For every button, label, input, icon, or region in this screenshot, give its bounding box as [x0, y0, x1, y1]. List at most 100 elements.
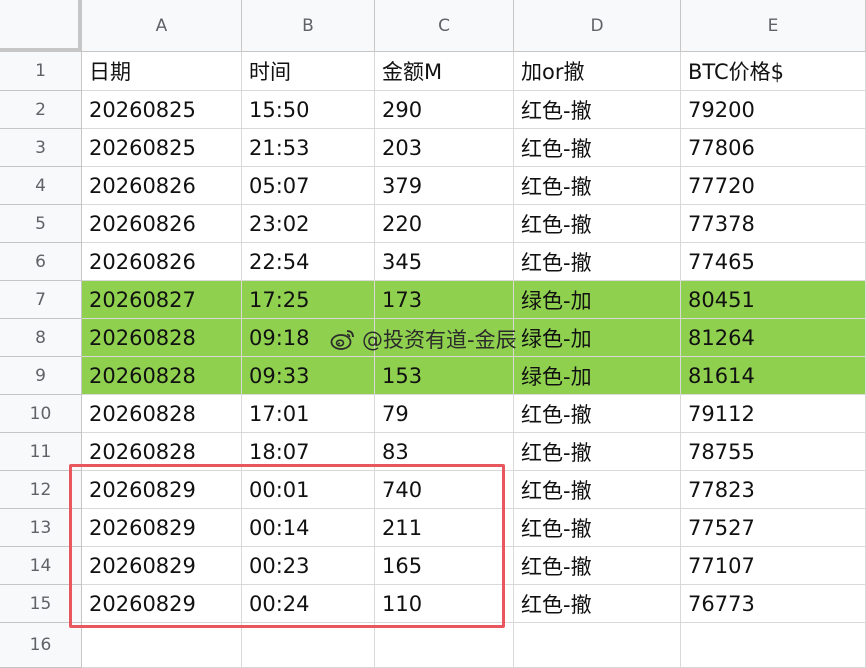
cell-e12[interactable]: 77823 [681, 471, 866, 509]
cell-d10[interactable]: 红色-撤 [514, 395, 681, 433]
cell-c12[interactable]: 740 [375, 471, 514, 509]
cell-c5[interactable]: 220 [375, 205, 514, 243]
cell-d16[interactable] [514, 623, 681, 668]
cell-a2[interactable]: 20260825 [82, 91, 242, 129]
cell-d14[interactable]: 红色-撤 [514, 547, 681, 585]
cell-e8[interactable]: 81264 [681, 319, 866, 357]
cell-a1[interactable]: 日期 [82, 52, 242, 91]
cell-c15[interactable]: 110 [375, 585, 514, 623]
cell-b6[interactable]: 22:54 [242, 243, 375, 281]
cell-d8[interactable]: 绿色-加 [514, 319, 681, 357]
cell-e4[interactable]: 77720 [681, 167, 866, 205]
row-header-15[interactable]: 15 [0, 585, 82, 623]
column-header-e[interactable]: E [681, 0, 866, 52]
cell-a4[interactable]: 20260826 [82, 167, 242, 205]
cell-b13[interactable]: 00:14 [242, 509, 375, 547]
cell-a15[interactable]: 20260829 [82, 585, 242, 623]
row-header-9[interactable]: 9 [0, 357, 82, 395]
cell-b1[interactable]: 时间 [242, 52, 375, 91]
cell-c6[interactable]: 345 [375, 243, 514, 281]
cell-b10[interactable]: 17:01 [242, 395, 375, 433]
row-header-7[interactable]: 7 [0, 281, 82, 319]
cell-e11[interactable]: 78755 [681, 433, 866, 471]
cell-d9[interactable]: 绿色-加 [514, 357, 681, 395]
cell-d6[interactable]: 红色-撤 [514, 243, 681, 281]
column-header-b[interactable]: B [242, 0, 375, 52]
column-header-c[interactable]: C [375, 0, 514, 52]
cell-b9[interactable]: 09:33 [242, 357, 375, 395]
cell-c13[interactable]: 211 [375, 509, 514, 547]
cell-e1[interactable]: BTC价格$ [681, 52, 866, 91]
cell-b2[interactable]: 15:50 [242, 91, 375, 129]
cell-c10[interactable]: 79 [375, 395, 514, 433]
row-header-12[interactable]: 12 [0, 471, 82, 509]
cell-b5[interactable]: 23:02 [242, 205, 375, 243]
cell-e5[interactable]: 77378 [681, 205, 866, 243]
cell-d2[interactable]: 红色-撤 [514, 91, 681, 129]
cell-c3[interactable]: 203 [375, 129, 514, 167]
cell-b8[interactable]: 09:18 [242, 319, 375, 357]
cell-e6[interactable]: 77465 [681, 243, 866, 281]
select-all-corner[interactable] [0, 0, 82, 52]
cell-d12[interactable]: 红色-撤 [514, 471, 681, 509]
cell-e15[interactable]: 76773 [681, 585, 866, 623]
cell-d1[interactable]: 加or撤 [514, 52, 681, 91]
cell-b16[interactable] [242, 623, 375, 668]
cell-a11[interactable]: 20260828 [82, 433, 242, 471]
cell-a14[interactable]: 20260829 [82, 547, 242, 585]
cell-d15[interactable]: 红色-撤 [514, 585, 681, 623]
row-header-13[interactable]: 13 [0, 509, 82, 547]
cell-c14[interactable]: 165 [375, 547, 514, 585]
cell-a13[interactable]: 20260829 [82, 509, 242, 547]
cell-b4[interactable]: 05:07 [242, 167, 375, 205]
cell-b3[interactable]: 21:53 [242, 129, 375, 167]
cell-e14[interactable]: 77107 [681, 547, 866, 585]
cell-a9[interactable]: 20260828 [82, 357, 242, 395]
cell-c4[interactable]: 379 [375, 167, 514, 205]
cell-d4[interactable]: 红色-撤 [514, 167, 681, 205]
cell-b14[interactable]: 00:23 [242, 547, 375, 585]
cell-c2[interactable]: 290 [375, 91, 514, 129]
row-header-6[interactable]: 6 [0, 243, 82, 281]
cell-b12[interactable]: 00:01 [242, 471, 375, 509]
row-header-2[interactable]: 2 [0, 91, 82, 129]
row-header-1[interactable]: 1 [0, 52, 82, 91]
cell-d13[interactable]: 红色-撤 [514, 509, 681, 547]
cell-e3[interactable]: 77806 [681, 129, 866, 167]
cell-d7[interactable]: 绿色-加 [514, 281, 681, 319]
cell-c11[interactable]: 83 [375, 433, 514, 471]
cell-c8[interactable] [375, 319, 514, 357]
cell-e9[interactable]: 81614 [681, 357, 866, 395]
cell-a6[interactable]: 20260826 [82, 243, 242, 281]
cell-e10[interactable]: 79112 [681, 395, 866, 433]
cell-b7[interactable]: 17:25 [242, 281, 375, 319]
cell-b11[interactable]: 18:07 [242, 433, 375, 471]
cell-e7[interactable]: 80451 [681, 281, 866, 319]
cell-c7[interactable]: 173 [375, 281, 514, 319]
cell-a12[interactable]: 20260829 [82, 471, 242, 509]
cell-e16[interactable] [681, 623, 866, 668]
row-header-3[interactable]: 3 [0, 129, 82, 167]
row-header-10[interactable]: 10 [0, 395, 82, 433]
cell-a10[interactable]: 20260828 [82, 395, 242, 433]
cell-c16[interactable] [375, 623, 514, 668]
cell-a7[interactable]: 20260827 [82, 281, 242, 319]
cell-b15[interactable]: 00:24 [242, 585, 375, 623]
cell-d5[interactable]: 红色-撤 [514, 205, 681, 243]
cell-e2[interactable]: 79200 [681, 91, 866, 129]
cell-a5[interactable]: 20260826 [82, 205, 242, 243]
cell-a8[interactable]: 20260828 [82, 319, 242, 357]
cell-a16[interactable] [82, 623, 242, 668]
cell-c9[interactable]: 153 [375, 357, 514, 395]
column-header-a[interactable]: A [82, 0, 242, 52]
row-header-14[interactable]: 14 [0, 547, 82, 585]
cell-d3[interactable]: 红色-撤 [514, 129, 681, 167]
row-header-5[interactable]: 5 [0, 205, 82, 243]
row-header-11[interactable]: 11 [0, 433, 82, 471]
row-header-4[interactable]: 4 [0, 167, 82, 205]
cell-a3[interactable]: 20260825 [82, 129, 242, 167]
column-header-d[interactable]: D [514, 0, 681, 52]
cell-c1[interactable]: 金额M [375, 52, 514, 91]
row-header-8[interactable]: 8 [0, 319, 82, 357]
row-header-16[interactable]: 16 [0, 623, 82, 668]
